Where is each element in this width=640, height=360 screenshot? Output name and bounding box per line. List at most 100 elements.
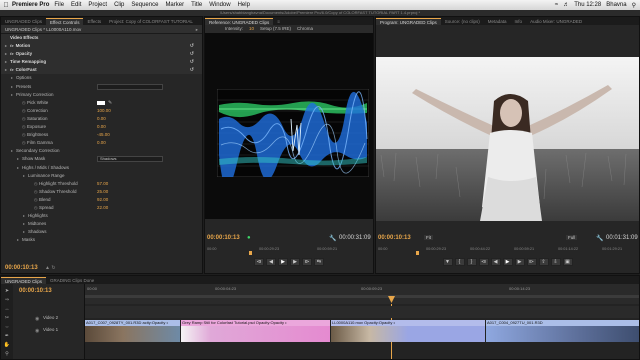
ripple-edit-tool-icon[interactable]: ↔ xyxy=(5,306,10,312)
fx-badge[interactable]: fx xyxy=(10,66,14,74)
effect-row[interactable]: ◷ Saturation 0.00 xyxy=(1,115,202,123)
effect-row[interactable]: Video Effects xyxy=(1,34,202,43)
eye-icon[interactable]: ◉ xyxy=(35,328,39,334)
tab-project[interactable]: Project: Copy of COLORFAST TUTORIAL xyxy=(105,18,197,25)
app-menu[interactable]: Premiere Pro xyxy=(12,2,49,8)
fx-badge[interactable]: fx xyxy=(10,50,14,58)
effect-row[interactable]: ◷ Pick White ✎ xyxy=(1,99,202,107)
reset-icon[interactable]: ↺ xyxy=(190,42,194,50)
effect-row[interactable]: ◷ Shadow Threshold 25.00 xyxy=(1,188,202,196)
effect-row-value[interactable]: 0.00 xyxy=(97,139,106,147)
expand-arrow-icon[interactable]: ▸ xyxy=(196,25,198,33)
zoom-dropdown[interactable]: Fit xyxy=(424,235,433,240)
play-button[interactable]: ▶ xyxy=(502,258,513,266)
effect-row[interactable]: ▸ Masks xyxy=(1,236,202,244)
tab-effects[interactable]: Effects xyxy=(83,18,105,25)
effect-row-value[interactable]: 0.00 xyxy=(97,123,106,131)
effect-row[interactable]: ◷ Spread 22.00 xyxy=(1,204,202,212)
menu-marker[interactable]: Marker xyxy=(165,2,184,8)
menu-edit[interactable]: Edit xyxy=(71,2,81,8)
mark-out-button[interactable]: } xyxy=(466,258,477,266)
effect-row[interactable]: ▸ Time Remapping ↺ xyxy=(1,58,202,67)
track-select-tool-icon[interactable]: ⇒ xyxy=(5,297,9,303)
effect-row-value[interactable]: 92.00 xyxy=(97,196,108,204)
intensity-value[interactable]: 10 xyxy=(249,25,254,33)
tab-ungraded-clips[interactable]: UNGRADED Clips xyxy=(1,18,46,25)
effect-row[interactable]: ▸ Luminance Range xyxy=(1,172,202,180)
sync-dot-icon[interactable]: ● xyxy=(247,235,251,241)
clock[interactable]: Thu 12:28 xyxy=(574,2,601,8)
effect-row[interactable]: ▸ Options xyxy=(1,74,202,82)
menu-file[interactable]: File xyxy=(54,2,64,8)
effect-controls-timecode[interactable]: 00:00:10:13 xyxy=(5,265,38,271)
marker-button[interactable]: ▼ xyxy=(442,258,453,266)
step-back-button[interactable]: ◀ xyxy=(490,258,501,266)
timeline-clip-1[interactable]: A017_C007_0928TY_001.R3D acity:Opacity • xyxy=(85,320,181,342)
mark-in-button[interactable]: { xyxy=(454,258,465,266)
program-playhead[interactable] xyxy=(416,251,419,255)
effect-row[interactable]: ▸ fx ColorFast ↺ xyxy=(1,66,202,75)
tab-program[interactable]: Program: UNGRADED Clips xyxy=(376,18,441,25)
step-forward-button[interactable]: ⧐ xyxy=(302,258,312,266)
tab-ungraded-sequence[interactable]: UNGRADED Clips xyxy=(1,277,47,284)
tab-effect-controls[interactable]: Effect Controls xyxy=(46,18,84,25)
setup-checkbox[interactable]: Setup (7.5 IRE) xyxy=(260,25,291,33)
tab-audio-mixer[interactable]: Audio Mixer: UNGRADED xyxy=(526,18,586,25)
tab-grading-sequence[interactable]: GRADING Clips Done xyxy=(46,277,98,284)
reset-icon[interactable]: ↺ xyxy=(190,66,194,74)
loop-icon[interactable]: ↻ xyxy=(51,265,55,271)
effect-row[interactable]: ▸ Highs / Mids / Shadows xyxy=(1,164,202,172)
effect-row-value[interactable]: 57.00 xyxy=(97,180,108,188)
effect-row-value[interactable]: 0.00 xyxy=(97,115,106,123)
user-name[interactable]: Bhavna xyxy=(606,2,626,8)
menu-clip[interactable]: Clip xyxy=(114,2,124,8)
program-video-frame[interactable] xyxy=(376,57,639,221)
timeline-clip-3[interactable]: LL0000A110.mov Opacity:Opacity • xyxy=(331,320,486,342)
effect-row[interactable]: ◷ Correction 100.00 xyxy=(1,107,202,115)
reference-playhead[interactable] xyxy=(249,251,252,255)
tab-source[interactable]: Source: (no clips) xyxy=(441,18,484,25)
effect-row[interactable]: ◷ Blend 92.00 xyxy=(1,196,202,204)
play-button[interactable]: ▶ xyxy=(278,258,288,266)
apple-icon[interactable]:  xyxy=(0,2,12,9)
hand-tool-icon[interactable]: ✋ xyxy=(4,342,10,348)
effect-row[interactable]: ▸ Presets xyxy=(1,83,202,91)
slip-tool-icon[interactable]: ⇔ xyxy=(5,324,10,330)
effect-row-value[interactable]: 22.00 xyxy=(97,204,108,212)
eye-icon[interactable]: ◉ xyxy=(35,316,39,322)
reference-timecode-current[interactable]: 00:00:10:13 xyxy=(207,235,240,241)
wifi-icon[interactable]: ≈ xyxy=(555,2,558,8)
wrench-icon[interactable]: 🔧 xyxy=(596,235,603,242)
effect-row[interactable]: ◷ Brightness -45.00 xyxy=(1,131,202,139)
chroma-checkbox[interactable]: Chroma xyxy=(297,25,313,33)
track-label-video-1[interactable]: Video 1 xyxy=(43,327,58,332)
frame-back-button[interactable]: ◀ xyxy=(266,258,276,266)
timeline-ruler[interactable]: 00:00 00:00:04:23 00:00:09:23 00:00:14:2… xyxy=(85,284,639,304)
menu-project[interactable]: Project xyxy=(88,2,107,8)
step-forward-button[interactable]: ▶ xyxy=(514,258,525,266)
go-to-out-button[interactable]: ⧐ xyxy=(526,258,537,266)
panel-menu-icon[interactable]: ≡ xyxy=(273,18,284,25)
program-ruler[interactable]: 00:00 00:00:29:23 00:00:44:22 00:00:59:2… xyxy=(376,247,639,255)
effect-row[interactable]: ◷ Exposure 0.00 xyxy=(1,123,202,131)
effect-row[interactable]: ◷ Film Gamma 0.00 xyxy=(1,139,202,147)
search-icon[interactable]: ⚲ xyxy=(632,2,636,9)
effect-row-value[interactable]: 100.00 xyxy=(97,107,111,115)
razor-tool-icon[interactable]: ✂ xyxy=(5,315,9,321)
menu-window[interactable]: Window xyxy=(209,2,230,8)
effect-row[interactable]: ▸ Secondary Correction xyxy=(1,147,202,155)
extract-button[interactable]: ⇩ xyxy=(550,258,561,266)
track-video-2[interactable] xyxy=(85,306,639,318)
tab-reference[interactable]: Reference: UNGRADED Clips xyxy=(205,18,274,25)
effect-row-dropdown[interactable] xyxy=(97,83,163,90)
program-timecode-current[interactable]: 00:00:10:13 xyxy=(378,235,411,241)
tab-info[interactable]: Info xyxy=(511,18,527,25)
effect-row[interactable]: ▸ Highlights xyxy=(1,212,202,220)
work-area-bar[interactable] xyxy=(85,295,639,298)
effect-row-value[interactable]: -45.00 xyxy=(97,131,110,139)
menu-title[interactable]: Title xyxy=(191,2,202,8)
menu-sequence[interactable]: Sequence xyxy=(131,2,158,8)
effect-row-value[interactable]: 25.00 xyxy=(97,188,108,196)
reset-icon[interactable]: ↺ xyxy=(190,50,194,58)
timeline-timecode[interactable]: 00:00:10:13 xyxy=(19,288,52,294)
